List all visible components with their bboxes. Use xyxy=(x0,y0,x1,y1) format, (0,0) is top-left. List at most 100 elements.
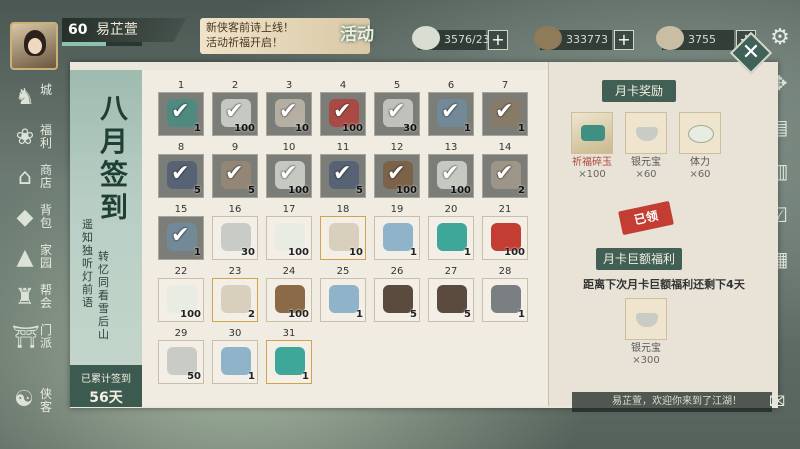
reward-slot[interactable]: 100 xyxy=(482,216,528,260)
day-cell[interactable]: 20 1 xyxy=(428,204,474,260)
nav-item-city[interactable]: ♞ 城 xyxy=(6,80,66,120)
day-cell[interactable]: 22 100 xyxy=(158,266,204,322)
close-icon[interactable]: ✕ xyxy=(736,38,766,68)
day-cell[interactable]: 26 5 xyxy=(374,266,420,322)
day-number: 26 xyxy=(390,266,404,277)
day-cell[interactable]: 3 ✔ 10 xyxy=(266,80,312,136)
day-cell[interactable]: 5 ✔ 30 xyxy=(374,80,420,136)
add-silver-button[interactable]: + xyxy=(614,30,634,50)
monthly-reward-stamina[interactable]: 体力 ×60 xyxy=(674,112,726,180)
nav-item-backpack[interactable]: ◆ 背包 xyxy=(6,200,66,240)
day-cell[interactable]: 27 5 xyxy=(428,266,474,322)
day-cell[interactable]: 8 ✔ 5 xyxy=(158,142,204,198)
reward-slot[interactable]: ✔ 5 xyxy=(320,154,366,198)
reward-qty: ×60 xyxy=(635,169,657,180)
day-cell[interactable]: 4 ✔ 100 xyxy=(320,80,366,136)
reward-slot[interactable]: 50 xyxy=(158,340,204,384)
chat-bar[interactable]: 易芷萱，欢迎你来到了江湖！ xyxy=(572,392,772,412)
monthly-reward-jade[interactable]: 祈福碎玉 ×100 xyxy=(566,112,618,180)
nav-item-shop[interactable]: ⌂ 商店 xyxy=(6,160,66,200)
reward-slot[interactable]: 100 xyxy=(158,278,204,322)
reward-slot[interactable]: ✔ 30 xyxy=(374,92,420,136)
day-cell[interactable]: 28 1 xyxy=(482,266,528,322)
day-cell[interactable]: 7 ✔ 1 xyxy=(482,80,528,136)
day-cell[interactable]: 6 ✔ 1 xyxy=(428,80,474,136)
day-cell[interactable]: 12 ✔ 100 xyxy=(374,142,420,198)
checkmark-icon: ✔ xyxy=(495,99,514,124)
day-cell[interactable]: 23 2 xyxy=(212,266,258,322)
day-cell[interactable]: 16 30 xyxy=(212,204,258,260)
day-cell[interactable]: 1 ✔ 1 xyxy=(158,80,204,136)
nav-item-home[interactable]: ▲ 家园 xyxy=(6,240,66,280)
chat-icon[interactable]: ✉ xyxy=(762,386,792,416)
day-cell[interactable]: 18 10 xyxy=(320,204,366,260)
reward-slot[interactable]: 100 xyxy=(266,278,312,322)
nav-item-xiake[interactable]: ☯ 侠客 xyxy=(10,384,62,418)
reward-slot[interactable]: 1 xyxy=(428,216,474,260)
reward-slot[interactable]: 100 xyxy=(266,216,312,260)
reward-slot[interactable]: 2 xyxy=(212,278,258,322)
reward-slot[interactable]: ✔ 100 xyxy=(374,154,420,198)
day-cell[interactable]: 29 50 xyxy=(158,328,204,384)
reward-slot[interactable]: ✔ 5 xyxy=(212,154,258,198)
day-cell[interactable]: 15 ✔ 1 xyxy=(158,204,204,260)
reward-slot[interactable]: ✔ 100 xyxy=(428,154,474,198)
reward-quantity: 1 xyxy=(464,247,471,258)
reward-slot[interactable]: ✔ 1 xyxy=(158,216,204,260)
nav-item-sect[interactable]: ⛩ 门派 xyxy=(6,320,66,360)
reward-slot[interactable]: 1 xyxy=(482,278,528,322)
day-cell[interactable]: 13 ✔ 100 xyxy=(428,142,474,198)
reward-slot[interactable]: ✔ 5 xyxy=(158,154,204,198)
day-number: 1 xyxy=(177,80,185,91)
day-cell[interactable]: 21 100 xyxy=(482,204,528,260)
reward-slot[interactable]: 1 xyxy=(212,340,258,384)
day-cell[interactable]: 11 ✔ 5 xyxy=(320,142,366,198)
day-cell[interactable]: 14 ✔ 2 xyxy=(482,142,528,198)
reward-slot[interactable]: 10 xyxy=(320,216,366,260)
day-cell[interactable]: 31 1 xyxy=(266,328,312,384)
nav-label-city: 城 xyxy=(40,83,53,97)
day-cell[interactable]: 17 100 xyxy=(266,204,312,260)
reward-slot[interactable]: 5 xyxy=(428,278,474,322)
reward-slot[interactable]: ✔ 1 xyxy=(428,92,474,136)
monthly-reward-silver[interactable]: 银元宝 ×60 xyxy=(620,112,672,180)
day-number: 28 xyxy=(498,266,512,277)
day-number: 6 xyxy=(447,80,455,91)
reward-slot[interactable]: 30 xyxy=(212,216,258,260)
reward-slot[interactable]: 1 xyxy=(374,216,420,260)
nav-label-home: 家园 xyxy=(40,243,53,270)
reward-slot[interactable]: ✔ 10 xyxy=(266,92,312,136)
reward-slot[interactable]: ✔ 100 xyxy=(212,92,258,136)
reward-qty: ×300 xyxy=(632,355,660,366)
resource-gold-value: 3755 xyxy=(688,33,716,46)
reward-slot[interactable]: 1 xyxy=(320,278,366,322)
reward-slot[interactable]: 1 xyxy=(266,340,312,384)
reward-slot[interactable]: ✔ 1 xyxy=(482,92,528,136)
reward-quantity: 2 xyxy=(248,309,255,320)
day-cell[interactable]: 19 1 xyxy=(374,204,420,260)
event-tag[interactable]: 活动 xyxy=(340,20,386,54)
reward-quantity: 10 xyxy=(349,247,363,258)
jade-shard-icon xyxy=(571,112,613,154)
reward-slot[interactable]: 5 xyxy=(374,278,420,322)
reward-slot[interactable]: ✔ 2 xyxy=(482,154,528,198)
day-cell[interactable]: 25 1 xyxy=(320,266,366,322)
reward-quantity: 5 xyxy=(194,185,201,196)
reward-slot[interactable]: ✔ 100 xyxy=(266,154,312,198)
day-cell[interactable]: 24 100 xyxy=(266,266,312,322)
gear-icon[interactable]: ⚙ xyxy=(768,26,792,50)
day-cell[interactable]: 10 ✔ 100 xyxy=(266,142,312,198)
reward-quantity: 1 xyxy=(248,371,255,382)
player-avatar[interactable] xyxy=(10,22,58,70)
nav-item-welfare[interactable]: ❀ 福利 xyxy=(6,120,66,160)
player-name: 易芷萱 xyxy=(95,22,138,38)
add-stamina-button[interactable]: + xyxy=(488,30,508,50)
reward-slot[interactable]: ✔ 100 xyxy=(320,92,366,136)
day-cell[interactable]: 2 ✔ 100 xyxy=(212,80,258,136)
day-cell[interactable]: 9 ✔ 5 xyxy=(212,142,258,198)
checkmark-icon: ✔ xyxy=(279,99,298,124)
reward-slot[interactable]: ✔ 1 xyxy=(158,92,204,136)
big-welfare-reward[interactable]: 银元宝 ×300 xyxy=(620,298,672,366)
nav-item-guild[interactable]: ♜ 帮会 xyxy=(6,280,66,320)
day-cell[interactable]: 30 1 xyxy=(212,328,258,384)
